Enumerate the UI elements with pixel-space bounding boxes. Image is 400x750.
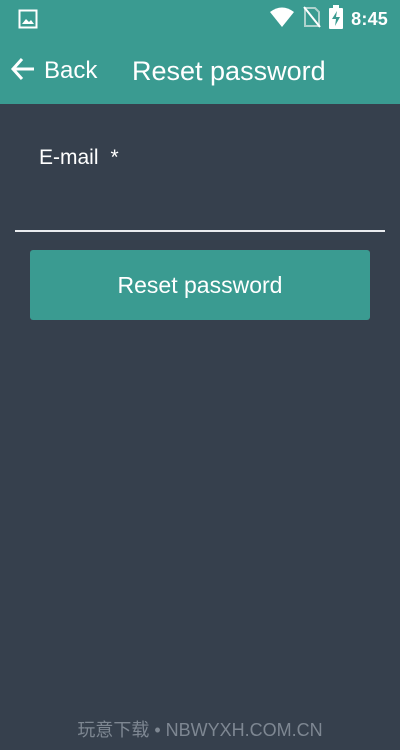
app-bar: Back Reset password (0, 38, 400, 104)
arrow-left-icon (10, 56, 36, 87)
image-icon (18, 9, 38, 29)
wifi-icon (269, 6, 295, 33)
no-sim-icon (303, 5, 321, 33)
status-time: 8:45 (351, 8, 388, 29)
watermark: 玩意下载 • NBWYXH.COM.CN (77, 720, 323, 740)
required-mark: * (110, 146, 119, 169)
status-icons: 8:45 (269, 4, 388, 34)
screen: 8:45 Back Reset password E-mail * Reset p… (0, 0, 400, 750)
reset-password-button[interactable]: Reset password (30, 250, 370, 320)
back-label: Back (44, 57, 98, 84)
back-button[interactable]: Back (10, 52, 97, 90)
email-field[interactable] (15, 180, 385, 232)
email-label-text: E-mail (39, 146, 99, 169)
email-label: E-mail * (39, 146, 119, 170)
page-title: Reset password (132, 56, 326, 86)
battery-charging-icon (329, 4, 344, 34)
status-bar: 8:45 (0, 0, 400, 38)
